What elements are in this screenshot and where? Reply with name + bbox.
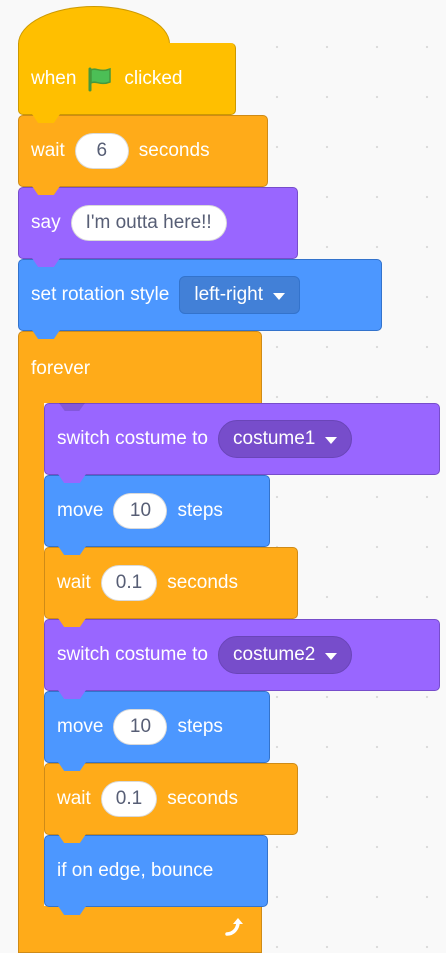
rotation-style-dropdown[interactable]: left-right xyxy=(179,276,300,314)
if-on-edge-bounce-block[interactable]: if on edge, bounce xyxy=(44,835,268,915)
forever-block[interactable]: forever xyxy=(18,331,262,403)
move-label: move xyxy=(57,716,104,737)
clicked-label: clicked xyxy=(124,67,183,89)
wait-label: wait xyxy=(57,572,91,593)
steps-label: steps xyxy=(177,716,223,737)
set-rotation-style-block[interactable]: set rotation style left-right xyxy=(18,259,382,339)
switch-costume-2-block[interactable]: switch costume to costume2 xyxy=(44,619,440,699)
wait-6-seconds-block[interactable]: wait 6 seconds xyxy=(18,115,268,195)
dropdown-caret-icon xyxy=(272,292,285,300)
wait-label: wait xyxy=(57,788,91,809)
move-steps-input[interactable]: 10 xyxy=(113,493,168,529)
costume-dropdown-1[interactable]: costume1 xyxy=(218,420,353,458)
say-message-input[interactable]: I'm outta here!! xyxy=(70,205,227,241)
wait-duration-input[interactable]: 6 xyxy=(74,133,129,169)
dropdown-caret-icon xyxy=(325,436,338,444)
seconds-label: seconds xyxy=(167,788,238,809)
move-steps-input[interactable]: 10 xyxy=(113,709,168,745)
wait-short-block-2[interactable]: wait 0.1 seconds xyxy=(44,763,298,843)
costume-dropdown-value: costume1 xyxy=(233,428,316,449)
when-label: when xyxy=(31,67,77,89)
costume-dropdown-2[interactable]: costume2 xyxy=(218,636,353,674)
wait-label: wait xyxy=(31,140,65,161)
forever-block-arm[interactable] xyxy=(18,402,44,910)
seconds-label: seconds xyxy=(167,572,238,593)
say-block[interactable]: say I'm outta here!! xyxy=(18,187,298,267)
forever-block-bottom[interactable] xyxy=(18,906,262,953)
set-rotation-style-label: set rotation style xyxy=(31,284,170,305)
move-steps-block-2[interactable]: move 10 steps xyxy=(44,691,270,771)
forever-label: forever xyxy=(31,358,91,379)
costume-dropdown-value: costume2 xyxy=(233,644,316,665)
dropdown-caret-icon xyxy=(325,652,338,660)
say-label: say xyxy=(31,212,61,233)
move-steps-block-1[interactable]: move 10 steps xyxy=(44,475,270,555)
wait-duration-input[interactable]: 0.1 xyxy=(100,565,158,601)
switch-costume-1-block[interactable]: switch costume to costume1 xyxy=(44,403,440,483)
wait-short-block-1[interactable]: wait 0.1 seconds xyxy=(44,547,298,627)
wait-duration-input[interactable]: 0.1 xyxy=(100,781,158,817)
green-flag-icon xyxy=(86,65,114,93)
if-on-edge-bounce-label: if on edge, bounce xyxy=(57,860,214,881)
when-flag-clicked-block[interactable]: when clicked xyxy=(18,43,236,123)
switch-costume-label: switch costume to xyxy=(57,644,208,665)
switch-costume-label: switch costume to xyxy=(57,428,208,449)
move-label: move xyxy=(57,500,104,521)
seconds-label: seconds xyxy=(138,140,210,161)
steps-label: steps xyxy=(177,500,223,521)
rotation-style-value: left-right xyxy=(194,284,263,305)
loop-arrow-icon xyxy=(223,915,247,944)
